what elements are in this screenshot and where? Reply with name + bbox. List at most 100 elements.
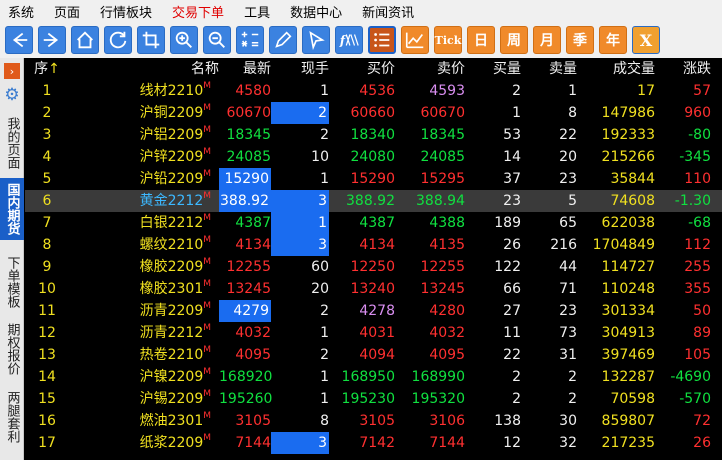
menu-item[interactable]: 数据中心 [290, 2, 342, 21]
table-row[interactable]: 6 黄金2212M 388.92 3 388.92 388.94 23 5 74608 -1.30 [25, 190, 722, 212]
menu-item[interactable]: 系统 [8, 2, 34, 21]
table-row[interactable]: 16 燃油2301M 3105 8 3105 3106 138 30 859807 72 [25, 410, 722, 432]
row-number: 2 [42, 105, 52, 121]
ask-price: 388.94 [416, 193, 465, 209]
refresh-button[interactable] [104, 26, 132, 54]
sidebar-item[interactable]: 下单模板 [0, 246, 24, 318]
ask-quantity: 65 [559, 215, 577, 231]
total-volume: 147986 [601, 105, 655, 121]
row-number: 16 [38, 413, 56, 429]
table-row[interactable]: 4 沪锌2209M 24085 10 24080 24085 14 20 215266 -345 [25, 146, 722, 168]
sidebar-item[interactable]: 国内期货 [0, 178, 24, 240]
expand-arrow-icon[interactable]: › [4, 63, 20, 79]
price-change: 50 [693, 303, 711, 319]
column-header[interactable]: 卖量 [521, 58, 577, 80]
table-row[interactable]: 7 白银2212M 4387 1 4387 4388 189 65 622038 -68 [25, 212, 722, 234]
period-button[interactable]: 月 [533, 26, 561, 54]
contract-name: 沪铝2209M [69, 124, 219, 146]
total-volume: 215266 [601, 149, 655, 165]
tick-button[interactable]: Tick [434, 26, 462, 54]
table-row[interactable]: 5 沪铅2209M 15290 1 15290 15295 37 23 35844 110 [25, 168, 722, 190]
main-contract-flag: M [203, 323, 211, 333]
column-header[interactable]: 涨跌 [655, 58, 711, 80]
arrow-left-button[interactable] [5, 26, 33, 54]
column-header[interactable]: 最新 [219, 58, 271, 80]
menu-item[interactable]: 交易下单 [172, 2, 224, 21]
column-header[interactable]: 卖价 [395, 58, 465, 80]
contract-name: 橡胶2209M [69, 256, 219, 278]
total-volume: 132287 [601, 369, 655, 385]
contract-name: 沪锌2209M [69, 146, 219, 168]
home-button[interactable] [71, 26, 99, 54]
period-button[interactable]: 日 [467, 26, 495, 54]
main-contract-flag: M [203, 367, 211, 377]
period-button[interactable]: 季 [566, 26, 594, 54]
period-button[interactable]: 年 [599, 26, 627, 54]
row-number: 13 [38, 347, 56, 363]
row-number: 15 [38, 391, 56, 407]
table-row[interactable]: 8 螺纹2210M 4134 3 4134 4135 26 216 1704849 112 [25, 234, 722, 256]
sidebar-item[interactable]: 两腿套利 [0, 384, 24, 450]
last-price: 4387 [235, 215, 271, 231]
pencil-button[interactable] [269, 26, 297, 54]
column-header[interactable]: 成交量 [577, 58, 655, 80]
price-change: -68 [688, 215, 711, 231]
price-change: 105 [684, 347, 711, 363]
zoom-out-icon [206, 29, 228, 51]
arrow-right-button[interactable] [38, 26, 66, 54]
contract-name-text: 燃油2301 [139, 413, 204, 429]
table-row[interactable]: 14 沪镍2209M 168920 1 168950 168990 2 2 132287 -469… [25, 366, 722, 388]
column-header[interactable]: 现手 [271, 58, 329, 80]
total-volume: 301334 [601, 303, 655, 319]
main-contract-flag: M [203, 279, 211, 289]
ask-quantity: 32 [559, 435, 577, 451]
fx-button[interactable]: f [335, 26, 363, 54]
price-change: -80 [688, 127, 711, 143]
contract-name: 沪铜2209M [69, 102, 219, 124]
crop-button[interactable] [137, 26, 165, 54]
column-header[interactable]: 买量 [465, 58, 521, 80]
table-row[interactable]: 11 沥青2209M 4279 2 4278 4280 27 23 301334 50 [25, 300, 722, 322]
trend-chart-button[interactable] [401, 26, 429, 54]
table-row[interactable]: 12 沥青2212M 4032 1 4031 4032 11 73 304913 89 [25, 322, 722, 344]
last-price: 15290 [219, 168, 271, 190]
total-volume: 17 [637, 83, 655, 99]
column-header[interactable]: 名称 [69, 58, 219, 80]
menu-item[interactable]: 行情板块 [100, 2, 152, 21]
sidebar-item[interactable]: 我的页面 [0, 112, 24, 174]
bid-quantity: 2 [512, 83, 521, 99]
menu-item[interactable]: 工具 [244, 2, 270, 21]
contract-name-text: 沪锡2209 [139, 391, 204, 407]
table-row[interactable]: 9 橡胶2209M 12255 60 12250 12255 122 44 114727 255 [25, 256, 722, 278]
contract-name-text: 沪镍2209 [139, 369, 204, 385]
table-row[interactable]: 15 沪锡2209M 195260 1 195230 195320 2 2 70598 -570 [25, 388, 722, 410]
row-number: 12 [38, 325, 56, 341]
period-button[interactable]: 周 [500, 26, 528, 54]
table-row[interactable]: 3 沪铝2209M 18345 2 18340 18345 53 22 192333 -80 [25, 124, 722, 146]
ask-price: 13245 [420, 281, 465, 297]
sidebar-item[interactable]: 期权报价 [0, 316, 24, 382]
zoom-in-button[interactable] [170, 26, 198, 54]
table-row[interactable]: 2 沪铜2209M 60670 2 60660 60670 1 8 147986 960 [25, 102, 722, 124]
menu-item[interactable]: 新闻资讯 [362, 2, 414, 21]
column-header[interactable]: 序↑ [25, 58, 69, 80]
column-header[interactable]: 买价 [329, 58, 395, 80]
gear-icon[interactable]: ⚙ [3, 86, 21, 104]
table-row[interactable]: 10 橡胶2301M 13245 20 13240 13245 66 71 110248 355 [25, 278, 722, 300]
zoom-out-button[interactable] [203, 26, 231, 54]
row-number: 7 [42, 215, 52, 231]
bid-price: 15290 [350, 171, 395, 187]
formula-button[interactable] [236, 26, 264, 54]
list-button[interactable] [368, 26, 396, 54]
ask-price: 4388 [429, 215, 465, 231]
cursor-button[interactable] [302, 26, 330, 54]
ask-price: 4135 [429, 237, 465, 253]
table-row[interactable]: 1 线材2210M 4580 1 4536 4593 2 1 17 57 [25, 80, 722, 102]
contract-name-text: 沪铅2209 [139, 171, 204, 187]
close-button[interactable]: X [632, 26, 660, 54]
table-row[interactable]: 13 热卷2210M 4095 2 4094 4095 22 31 397469 105 [25, 344, 722, 366]
price-change: 110 [684, 171, 711, 187]
table-row[interactable]: 17 纸浆2209M 7144 3 7142 7144 12 32 217235 26 [25, 432, 722, 454]
main-contract-flag: M [203, 411, 211, 421]
menu-item[interactable]: 页面 [54, 2, 80, 21]
